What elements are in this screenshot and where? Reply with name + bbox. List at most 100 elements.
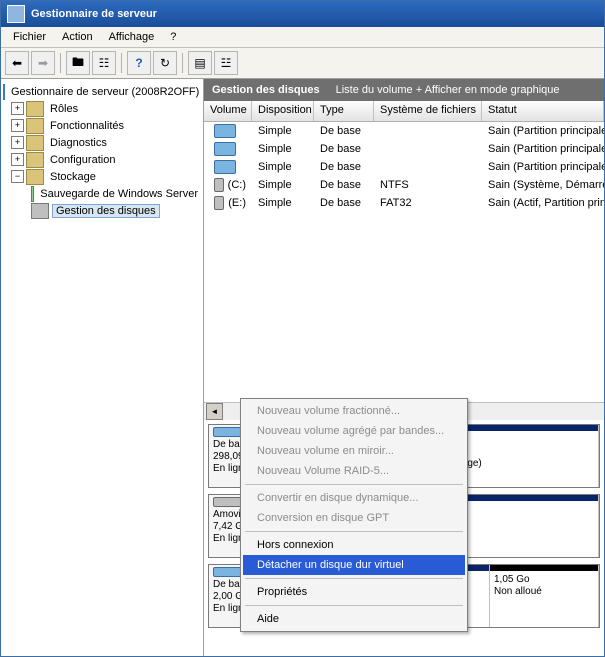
volume-icon [214, 196, 224, 210]
separator [182, 53, 183, 73]
help-button[interactable]: ? [127, 51, 151, 75]
menu-convert-gpt: Conversion en disque GPT [243, 508, 465, 528]
tree-diagnostics[interactable]: + Diagnostics [3, 134, 201, 151]
menu-help[interactable]: ? [162, 29, 184, 45]
partition-unallocated[interactable]: 1,05 Go Non alloué [490, 565, 599, 627]
panel-title: Gestion des disques [212, 84, 320, 96]
menu-detach-vhd[interactable]: Détacher un disque dur virtuel [243, 555, 465, 575]
menubar: Fichier Action Affichage ? [1, 27, 604, 48]
view-button[interactable]: ☷ [92, 51, 116, 75]
menu-new-striped: Nouveau volume agrégé par bandes... [243, 421, 465, 441]
tree-label: Rôles [47, 103, 81, 115]
nav-back-button[interactable]: ⬅ [5, 51, 29, 75]
expand-icon[interactable]: + [11, 119, 24, 132]
cell-filesystem: NTFS [374, 179, 482, 191]
nav-forward-button[interactable]: ➡ [31, 51, 55, 75]
separator [245, 578, 463, 579]
cell-status: Sain (Partition principale) [482, 125, 604, 137]
cell-type: De base [314, 161, 374, 173]
tree-roles[interactable]: + Rôles [3, 100, 201, 117]
folder-icon [26, 118, 44, 134]
disk-context-menu[interactable]: Nouveau volume fractionné... Nouveau vol… [240, 398, 468, 632]
col-filesystem[interactable]: Système de fichiers [374, 101, 482, 121]
volume-row[interactable]: (C:) SimpleDe baseNTFSSain (Système, Déma… [204, 176, 604, 194]
volume-grid-header: Volume Disposition Type Système de fichi… [204, 101, 604, 122]
menu-new-mirror: Nouveau volume en miroir... [243, 441, 465, 461]
folder-icon [26, 152, 44, 168]
menu-properties[interactable]: Propriétés [243, 582, 465, 602]
partition-size: 1,05 Go [494, 574, 530, 585]
panel-subtitle: Liste du volume + Afficher en mode graph… [336, 84, 560, 96]
show-hide-button[interactable]: 🖿 [66, 51, 90, 75]
window-title: Gestionnaire de serveur [31, 8, 157, 20]
volume-row[interactable]: SimpleDe base Sain (Partition principale) [204, 122, 604, 140]
col-disposition[interactable]: Disposition [252, 101, 314, 121]
expand-icon[interactable]: + [11, 102, 24, 115]
volume-grid[interactable]: SimpleDe baseSain (Partition principale)… [204, 122, 604, 402]
backup-icon [31, 186, 34, 202]
menu-file[interactable]: Fichier [5, 29, 54, 45]
partition-bar [490, 565, 598, 571]
cell-type: De base [314, 179, 374, 191]
separator [245, 531, 463, 532]
menu-offline[interactable]: Hors connexion [243, 535, 465, 555]
tree-disk-management[interactable]: Gestion des disques [3, 202, 201, 219]
cell-filesystem: FAT32 [374, 197, 482, 209]
tree-label: Stockage [47, 171, 99, 183]
cell-type: De base [314, 125, 374, 137]
cell-type: De base [314, 197, 374, 209]
tree-configuration[interactable]: + Configuration [3, 151, 201, 168]
volume-icon [214, 124, 236, 138]
nav-tree[interactable]: Gestionnaire de serveur (2008R2OFF) + Rô… [1, 79, 204, 656]
cell-status: Sain (Partition principale) [482, 143, 604, 155]
menu-new-raid5: Nouveau Volume RAID-5... [243, 461, 465, 481]
separator [245, 484, 463, 485]
cell-disposition: Simple [252, 161, 314, 173]
menu-view[interactable]: Affichage [101, 29, 163, 45]
list-view-button[interactable]: ▤ [188, 51, 212, 75]
col-status[interactable]: Statut [482, 101, 604, 121]
menu-convert-dynamic: Convertir en disque dynamique... [243, 488, 465, 508]
cell-status: Sain (Partition principale) [482, 161, 604, 173]
refresh-button[interactable]: ↻ [153, 51, 177, 75]
scroll-left-button[interactable]: ◄ [206, 403, 223, 420]
disk-icon [31, 203, 49, 219]
volume-row[interactable]: SimpleDe base Sain (Partition principale) [204, 158, 604, 176]
folder-icon [26, 135, 44, 151]
volume-icon [214, 160, 236, 174]
tree-label: Gestionnaire de serveur (2008R2OFF) [8, 86, 202, 98]
tree-storage[interactable]: − Stockage [3, 168, 201, 185]
server-icon [3, 84, 5, 100]
titlebar[interactable]: Gestionnaire de serveur [1, 1, 604, 27]
cell-status: Sain (Système, Démarrer, Fichier d'échan… [482, 179, 604, 191]
cell-disposition: Simple [252, 197, 314, 209]
volume-row[interactable]: SimpleDe baseSain (Partition principale) [204, 140, 604, 158]
tree-backup[interactable]: Sauvegarde de Windows Server [3, 185, 201, 202]
cell-status: Sain (Actif, Partition principale) [482, 197, 604, 209]
cell-disposition: Simple [252, 125, 314, 137]
menu-action[interactable]: Action [54, 29, 101, 45]
collapse-icon[interactable]: − [11, 170, 24, 183]
partition-status: Non alloué [494, 586, 542, 597]
menu-new-spanned: Nouveau volume fractionné... [243, 401, 465, 421]
cell-disposition: Simple [252, 179, 314, 191]
settings-button[interactable]: ☳ [214, 51, 238, 75]
menu-help[interactable]: Aide [243, 609, 465, 629]
col-volume[interactable]: Volume [204, 101, 252, 121]
expand-icon[interactable]: + [11, 136, 24, 149]
folder-icon [26, 101, 44, 117]
cell-type: De base [314, 143, 374, 155]
volume-icon [214, 142, 236, 156]
volume-name: (C:) [228, 179, 246, 191]
separator [60, 53, 61, 73]
volume-row[interactable]: (E:)SimpleDe baseFAT32Sain (Actif, Parti… [204, 194, 604, 212]
panel-header: Gestion des disques Liste du volume + Af… [204, 79, 604, 101]
tree-label: Fonctionnalités [47, 120, 127, 132]
disk-icon [213, 427, 243, 437]
toolbar: ⬅ ➡ 🖿 ☷ ? ↻ ▤ ☳ [1, 48, 604, 79]
disk-icon [213, 497, 243, 507]
tree-features[interactable]: + Fonctionnalités [3, 117, 201, 134]
tree-root[interactable]: Gestionnaire de serveur (2008R2OFF) [3, 83, 201, 100]
col-type[interactable]: Type [314, 101, 374, 121]
expand-icon[interactable]: + [11, 153, 24, 166]
